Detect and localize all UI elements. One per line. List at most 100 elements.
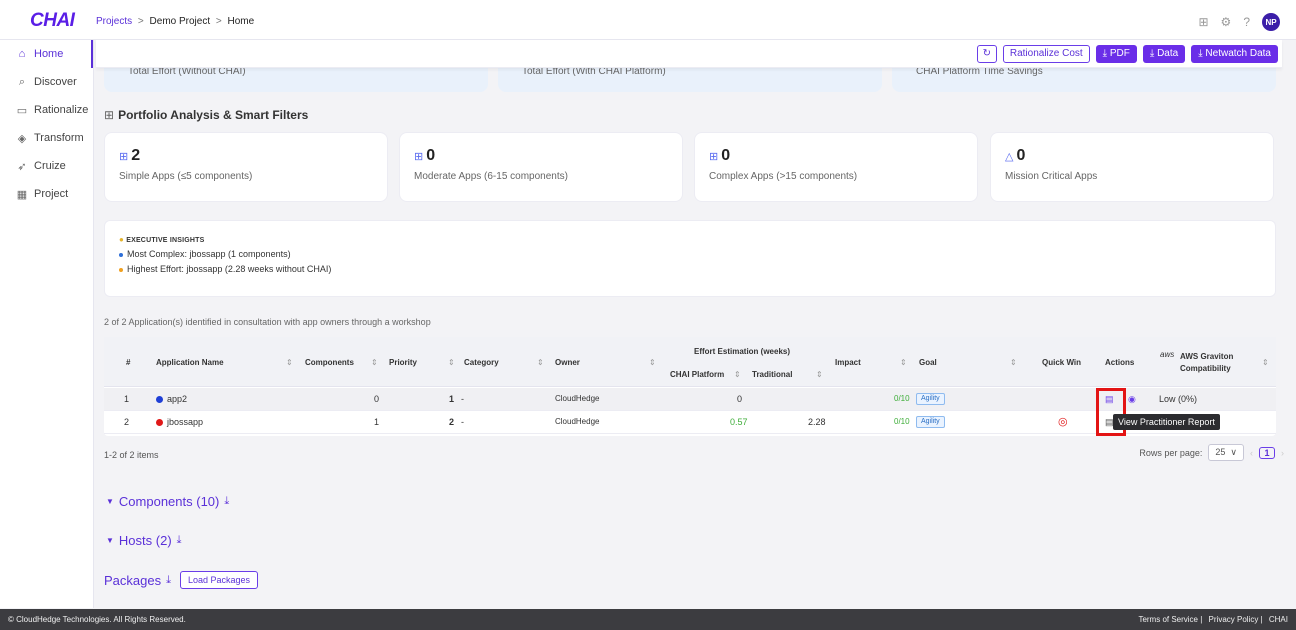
cell-components: 1 — [374, 417, 380, 427]
header-traditional[interactable]: Traditional — [752, 370, 792, 379]
footer-links: Terms of Service | Privacy Policy | CHAI — [1138, 615, 1288, 624]
stat-number: 0 — [721, 147, 731, 164]
sidebar-item-rationalize[interactable]: ▭ Rationalize — [0, 96, 93, 124]
target-icon: ◎ — [1058, 416, 1068, 428]
pdf-download-button[interactable]: ⤓ PDF — [1095, 44, 1137, 63]
cell-impact: 0/10 — [894, 417, 910, 426]
sort-icon[interactable]: ⇕ — [537, 358, 544, 367]
stat-number: 0 — [1016, 147, 1026, 164]
rows-per-page-select[interactable]: 25 ∨ — [1208, 444, 1244, 461]
header-impact[interactable]: Impact — [835, 358, 861, 367]
top-bar: CHAI Projects > Demo Project > Home ⊞ ⚙ … — [0, 0, 1296, 40]
page-button[interactable]: 1 — [1259, 446, 1275, 459]
avatar[interactable]: NP — [1262, 13, 1280, 31]
pagination-summary: 1-2 of 2 items — [104, 450, 159, 460]
app-dot — [156, 396, 163, 403]
portfolio-title: ⊞ Portfolio Analysis & Smart Filters — [104, 108, 308, 122]
terms-link[interactable]: Terms of Service — [1138, 615, 1198, 624]
sidebar: ⌂ Home ⌕ Discover ▭ Rationalize ◈ Transform … — [0, 40, 94, 608]
gear-icon[interactable]: ⚙ — [1221, 15, 1232, 29]
cell-priority: 2 — [449, 417, 455, 427]
chevron-left-icon[interactable]: ‹ — [1250, 448, 1253, 458]
sort-icon[interactable]: ⇕ — [286, 358, 293, 367]
sidebar-item-label: Project — [34, 188, 69, 200]
stat-label: Complex Apps (>15 components) — [709, 171, 858, 182]
sidebar-item-transform[interactable]: ◈ Transform — [0, 124, 93, 152]
sidebar-item-home[interactable]: ⌂ Home — [0, 40, 93, 68]
chevron-right-icon[interactable]: › — [1281, 448, 1284, 458]
download-icon: ⤓ — [1198, 48, 1206, 59]
load-packages-button[interactable]: Load Packages — [179, 571, 259, 589]
sort-icon[interactable]: ⇕ — [448, 358, 455, 367]
header-graviton[interactable]: AWS Graviton Compatibility — [1180, 351, 1252, 375]
data-download-button[interactable]: ⤓ Data — [1142, 44, 1186, 63]
cell-traditional-effort: 2.28 — [808, 417, 826, 427]
goal-badge: Agility — [916, 416, 945, 428]
pagination: Rows per page: 25 ∨ ‹ 1 › — [1139, 444, 1284, 461]
breadcrumb-project[interactable]: Demo Project — [150, 16, 211, 27]
tooltip: View Practitioner Report — [1113, 414, 1220, 430]
chevron-down-icon: ∨ — [1230, 447, 1237, 457]
app-dot — [156, 419, 163, 426]
hosts-section-toggle[interactable]: ▼ Hosts (2) ⤓ — [106, 533, 182, 548]
header-owner[interactable]: Owner — [555, 358, 580, 367]
download-icon[interactable]: ⤓ — [166, 574, 171, 587]
cell-num: 2 — [124, 417, 130, 427]
sidebar-item-label: Rationalize — [34, 104, 89, 116]
download-icon[interactable]: ⤓ — [224, 495, 229, 508]
cell-owner: CloudHedge — [555, 394, 600, 403]
apps-icon: ⊞ — [119, 151, 129, 163]
stat-label: Moderate Apps (6-15 components) — [414, 171, 568, 182]
header-category[interactable]: Category — [464, 358, 499, 367]
stat-card-mission-critical[interactable]: △ 0 Mission Critical Apps — [990, 132, 1274, 202]
netwatch-download-button[interactable]: ⤓ Netwatch Data — [1191, 44, 1278, 63]
sort-icon[interactable]: ⇕ — [371, 358, 378, 367]
privacy-link[interactable]: Privacy Policy — [1209, 615, 1259, 624]
stat-card-complex[interactable]: ⊞ 0 Complex Apps (>15 components) — [694, 132, 978, 202]
monitor-icon: ▭ — [16, 104, 28, 117]
header-components[interactable]: Components — [305, 358, 354, 367]
header-goal[interactable]: Goal — [919, 358, 937, 367]
help-icon[interactable]: ? — [1243, 15, 1250, 29]
footer: © CloudHedge Technologies. All Rights Re… — [0, 609, 1296, 630]
sort-icon[interactable]: ⇕ — [649, 358, 656, 367]
sidebar-item-discover[interactable]: ⌕ Discover — [0, 68, 93, 96]
sort-icon[interactable]: ⇕ — [1010, 358, 1017, 367]
stat-value: ⊞ 2 — [119, 147, 373, 165]
sidebar-item-project[interactable]: ▦ Project — [0, 180, 93, 208]
cell-priority: 1 — [449, 394, 455, 404]
sort-icon[interactable]: ⇕ — [1262, 358, 1269, 367]
rationalize-cost-button[interactable]: Rationalize Cost — [1002, 44, 1090, 63]
grid-icon[interactable]: ⊞ — [1198, 15, 1208, 29]
caret-down-icon: ▼ — [106, 536, 114, 545]
sidebar-item-label: Home — [34, 48, 64, 60]
sidebar-item-cruize[interactable]: ➶ Cruize — [0, 152, 93, 180]
download-icon[interactable]: ⤓ — [177, 534, 182, 547]
caret-down-icon: ▼ — [106, 497, 114, 506]
header-app-name[interactable]: Application Name — [156, 358, 224, 367]
cell-num: 1 — [124, 394, 130, 404]
stat-card-moderate[interactable]: ⊞ 0 Moderate Apps (6-15 components) — [399, 132, 683, 202]
cell-owner: CloudHedge — [555, 417, 600, 426]
cell-app-name[interactable]: jbossapp — [156, 417, 203, 427]
refresh-button[interactable]: ↻ — [976, 44, 997, 63]
sort-icon[interactable]: ⇕ — [900, 358, 907, 367]
apps-icon: ⊞ — [414, 151, 424, 163]
header-priority[interactable]: Priority — [389, 358, 417, 367]
pdf-label: PDF — [1109, 48, 1130, 59]
cell-app-name[interactable]: app2 — [156, 394, 187, 404]
breadcrumb-projects[interactable]: Projects — [96, 16, 132, 27]
stat-card-simple[interactable]: ⊞ 2 Simple Apps (≤5 components) — [104, 132, 388, 202]
search-icon: ⌕ — [18, 75, 26, 88]
eye-icon[interactable]: ◉ — [1128, 394, 1136, 405]
insights-title: ● EXECUTIVE INSIGHTS — [119, 235, 1261, 244]
cell-components: 0 — [374, 394, 380, 404]
components-section-toggle[interactable]: ▼ Components (10) ⤓ — [106, 494, 229, 509]
warning-icon: △ — [1005, 151, 1014, 163]
sidebar-item-label: Discover — [34, 76, 77, 88]
header-chai-platform[interactable]: CHAI Platform — [670, 370, 724, 379]
sort-icon[interactable]: ⇕ — [734, 370, 741, 379]
sort-icon[interactable]: ⇕ — [816, 370, 823, 379]
logo[interactable]: CHAI — [30, 10, 75, 32]
top-icons: ⊞ ⚙ ? NP — [1198, 13, 1280, 31]
